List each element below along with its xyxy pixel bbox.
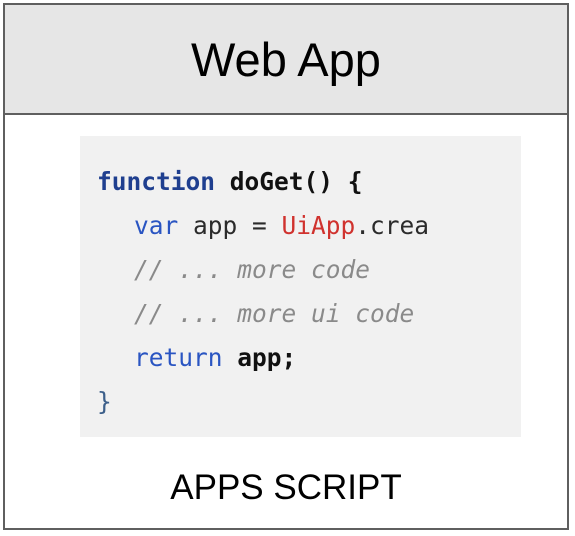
code-var-assign: app = bbox=[178, 211, 282, 240]
code-closing-brace: } bbox=[97, 387, 112, 416]
code-class-name: UiApp bbox=[281, 211, 356, 240]
code-return-value: app; bbox=[237, 343, 297, 372]
web-app-card: Web App function doGet() { var app = UiA… bbox=[3, 3, 569, 530]
code-function-name: doGet() { bbox=[229, 167, 363, 196]
code-snippet: function doGet() { var app = UiApp.crea … bbox=[80, 136, 521, 437]
code-comment: // ... more code bbox=[134, 255, 371, 284]
code-keyword-function: function bbox=[97, 167, 216, 196]
code-line-close-brace: } bbox=[80, 380, 521, 424]
code-line-function: function doGet() { bbox=[80, 160, 521, 204]
code-method-call: .crea bbox=[355, 211, 430, 240]
code-line-comment-1: // ... more code bbox=[80, 248, 521, 292]
code-comment: // ... more ui code bbox=[134, 299, 415, 328]
code-line-var: var app = UiApp.crea bbox=[80, 204, 521, 248]
card-title: Web App bbox=[191, 32, 381, 86]
footer-label: APPS SCRIPT bbox=[170, 468, 402, 507]
code-line-comment-2: // ... more ui code bbox=[80, 292, 521, 336]
code-keyword-var: var bbox=[134, 211, 179, 240]
code-keyword-return: return bbox=[134, 343, 223, 372]
code-line-return: return app; bbox=[80, 336, 521, 380]
card-header: Web App bbox=[5, 5, 567, 115]
